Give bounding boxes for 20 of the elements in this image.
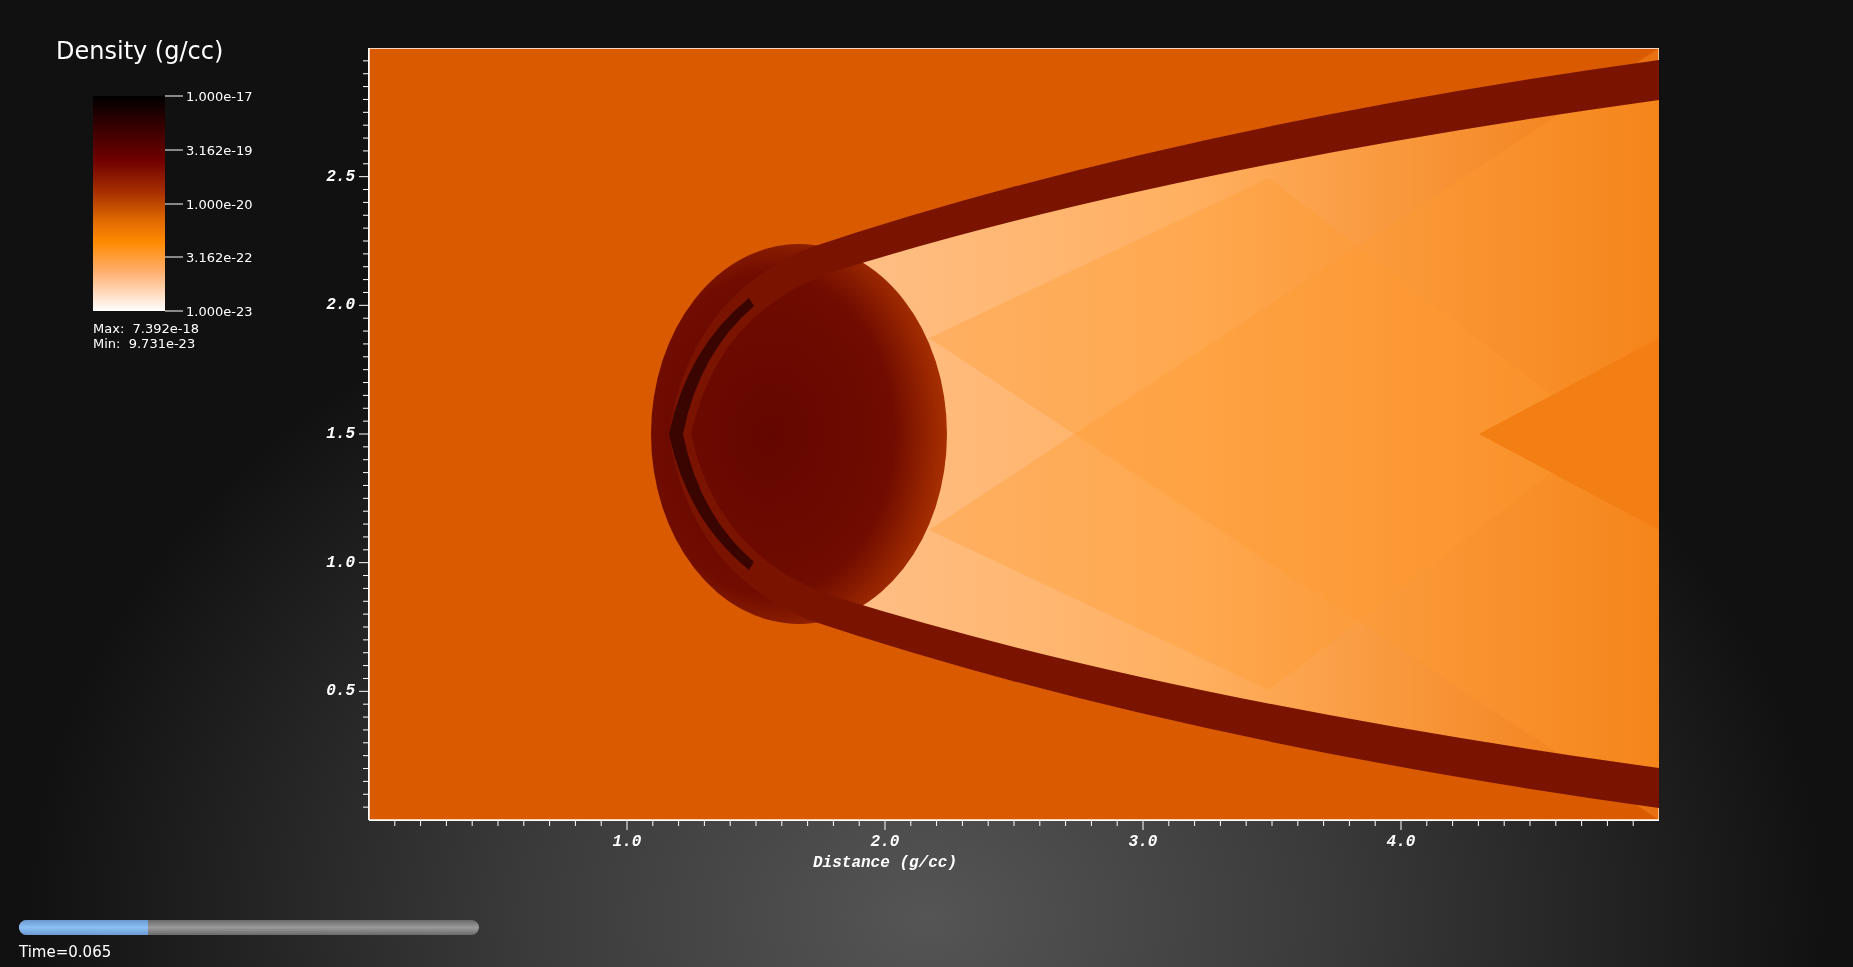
scale-label: 1.000e-17 (186, 88, 253, 104)
scale-label: 3.162e-22 (186, 249, 253, 265)
y-tick-label: 2.0 (326, 296, 355, 315)
x-tick-label: 3.0 (1128, 833, 1158, 851)
legend-title: Density (g/cc) (56, 36, 225, 66)
x-tick-label: 4.0 (1386, 833, 1416, 851)
x-tick-label: 2.0 (870, 833, 900, 851)
scale-label: 3.162e-19 (186, 142, 253, 158)
y-tick-label: 0.5 (326, 682, 355, 701)
max-value: Max: 7.392e-18 (93, 321, 199, 336)
min-value: Min: 9.731e-23 (93, 336, 196, 351)
y-tick-label: 1.5 (326, 425, 355, 443)
x-axis-title: Distance (g/cc) (813, 854, 957, 872)
y-tick-label: 1.0 (326, 553, 355, 572)
time-label: Time=0.065 (19, 943, 113, 961)
scale-label: 1.000e-23 (186, 303, 253, 319)
x-tick-label: 1.0 (612, 833, 642, 851)
y-tick-label: 2.5 (326, 167, 355, 186)
scale-label: 1.000e-20 (186, 196, 253, 211)
time-slider[interactable] (19, 920, 479, 935)
